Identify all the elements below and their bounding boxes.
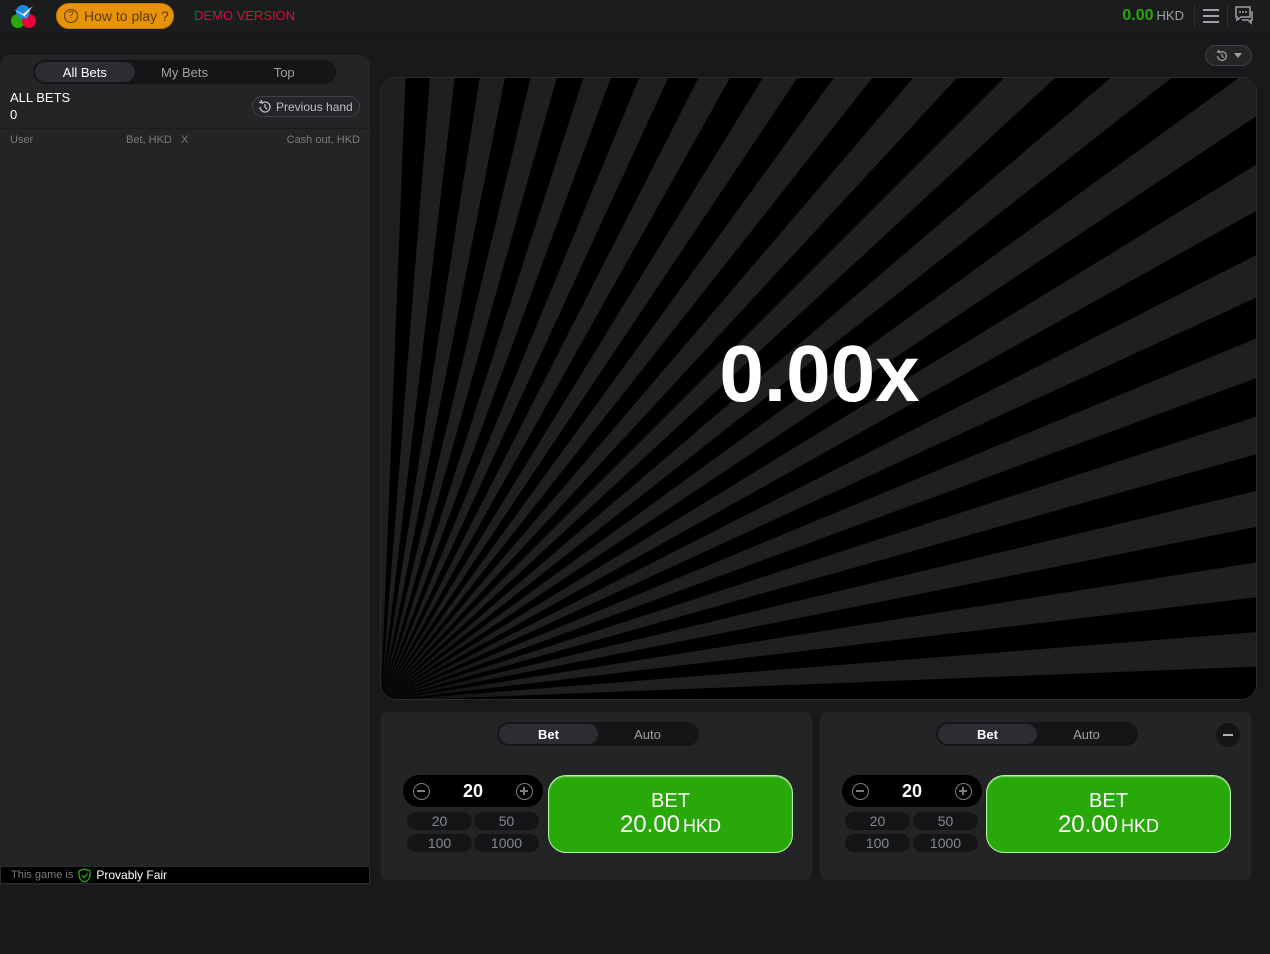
tab-top[interactable]: Top (234, 62, 334, 82)
tab-all-bets[interactable]: All Bets (35, 62, 135, 82)
column-user: User (10, 134, 34, 146)
quick-amount-button[interactable]: 100 (407, 834, 472, 852)
bet-amount-value: 20.00 (619, 810, 681, 838)
bet-button-label: BET (1089, 789, 1128, 812)
shield-icon (78, 867, 92, 883)
game-stage: 0.00x (380, 77, 1257, 700)
tab-auto[interactable]: Auto (1037, 724, 1136, 744)
previous-hand-label: Previous hand (276, 99, 353, 114)
how-to-play-label: How to play ? (84, 8, 169, 24)
menu-icon[interactable] (1201, 6, 1221, 26)
bet-amount-value: 20.00 (1057, 810, 1119, 838)
bet-amount-stepper: 20 (403, 775, 543, 807)
bet-mode-tabs: Bet Auto (497, 722, 699, 746)
increase-amount-button[interactable] (955, 783, 972, 800)
bet-button-label: BET (651, 789, 690, 812)
history-icon (258, 99, 271, 113)
bet-amount-currency: HKD (1121, 815, 1160, 836)
place-bet-button[interactable]: BET 20.00 HKD (548, 775, 793, 853)
bets-tabs: All Bets My Bets Top (33, 60, 336, 84)
bet-panel-1: Bet Auto 20 20 50 100 1000 BET 20.00 HKD (380, 711, 813, 881)
how-to-play-button[interactable]: ? How to play ? (56, 3, 174, 29)
quick-amount-button[interactable]: 20 (845, 812, 910, 830)
balance-currency: HKD (1156, 8, 1184, 23)
balance-value: 0.00 (1122, 7, 1154, 24)
increase-amount-button[interactable] (516, 783, 533, 800)
bet-amount-stepper: 20 (842, 775, 982, 807)
quick-amount-button[interactable]: 50 (474, 812, 539, 830)
place-bet-button[interactable]: BET 20.00 HKD (986, 775, 1231, 853)
tab-auto[interactable]: Auto (598, 724, 697, 744)
bets-panel: All Bets My Bets Top ALL BETS 0 Previous… (0, 55, 370, 885)
column-cashout: Cash out, HKD (286, 134, 360, 146)
chat-icon[interactable] (1233, 4, 1255, 26)
all-bets-title: ALL BETS (10, 90, 71, 105)
round-history-button[interactable] (1205, 45, 1252, 66)
divider (0, 128, 370, 129)
quick-amount-button[interactable]: 1000 (474, 834, 539, 852)
top-bar: ? How to play ? DEMO VERSION 0.00 HKD (0, 0, 1270, 34)
header-divider (1194, 5, 1195, 27)
tab-bet[interactable]: Bet (499, 724, 598, 744)
demo-version-label: DEMO VERSION (194, 8, 296, 23)
quick-amount-button[interactable]: 100 (845, 834, 910, 852)
provably-fair-footer[interactable]: This game is Provably Fair (0, 866, 370, 884)
tab-my-bets[interactable]: My Bets (135, 62, 235, 82)
balance: 0.00 HKD (1122, 7, 1184, 25)
bet-button-amount: 20.00 HKD (619, 810, 722, 839)
history-icon (1216, 49, 1227, 61)
bet-button-amount: 20.00 HKD (1057, 810, 1160, 839)
quick-amount-button[interactable]: 20 (407, 812, 472, 830)
column-bet: Bet, HKD (126, 134, 172, 146)
bet-panel-2: Bet Auto 20 20 50 100 1000 BET 20.00 HKD (819, 711, 1252, 881)
multiplier-display: 0.00x (719, 329, 920, 418)
provably-fair-prefix: This game is (11, 869, 74, 881)
previous-hand-button[interactable]: Previous hand (252, 96, 360, 117)
chevron-down-icon (1233, 52, 1242, 58)
header-divider (1227, 5, 1228, 27)
remove-bet-panel-button[interactable] (1216, 723, 1240, 747)
bet-mode-tabs: Bet Auto (936, 722, 1138, 746)
provably-fair-label: Provably Fair (96, 868, 168, 882)
quick-amount-button[interactable]: 1000 (913, 834, 978, 852)
column-x: X (181, 134, 189, 146)
aviator-logo-icon[interactable] (9, 3, 38, 30)
bet-amount-currency: HKD (683, 815, 722, 836)
all-bets-count: 0 (10, 107, 18, 122)
tab-bet[interactable]: Bet (938, 724, 1037, 744)
quick-amount-button[interactable]: 50 (913, 812, 978, 830)
question-icon: ? (64, 9, 78, 23)
